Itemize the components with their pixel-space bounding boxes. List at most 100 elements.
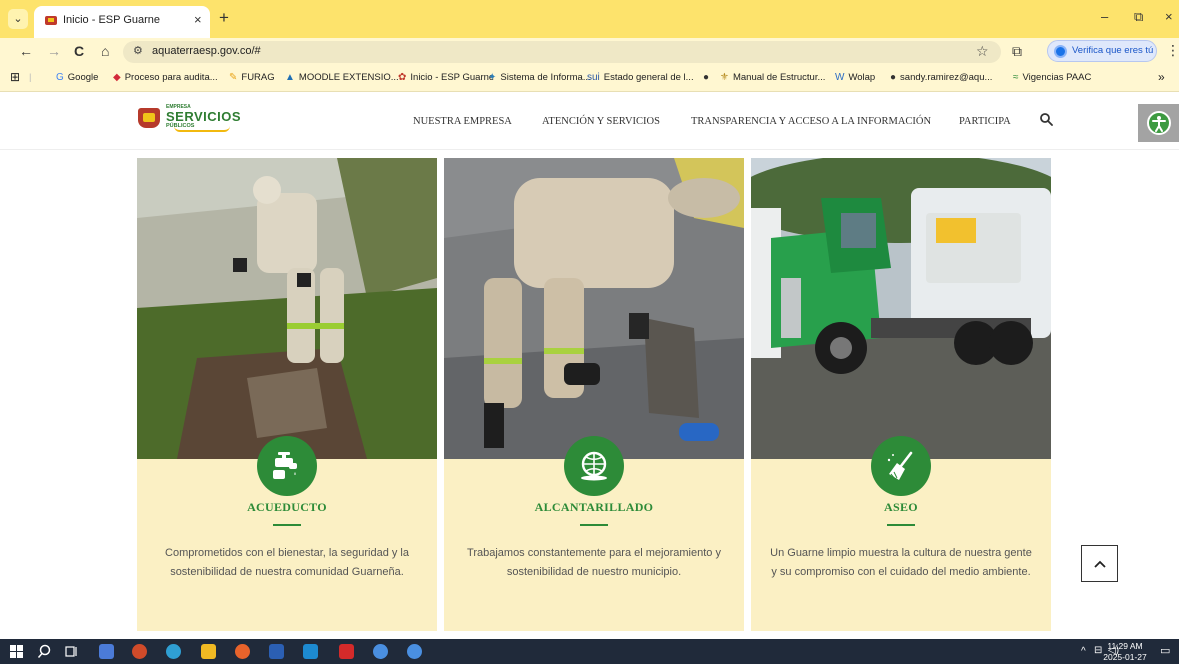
tab-title: Inicio - ESP Guarne: [63, 14, 161, 26]
broom-icon: [871, 436, 931, 496]
reload-button[interactable]: C: [74, 43, 84, 59]
bookmark-item[interactable]: W Wolap: [835, 72, 875, 83]
nav-nuestra-empresa[interactable]: NUESTRA EMPRESA: [413, 116, 512, 127]
alcantarillado-photo: [444, 158, 744, 459]
search-icon[interactable]: [37, 644, 52, 659]
url-text: aquaterraesp.gov.co/#: [152, 45, 261, 57]
card-description: Trabajamos constantemente para el mejora…: [467, 547, 721, 578]
bookmark-separator: |: [29, 72, 32, 83]
browser-tab-strip: ⌄ Inicio - ESP Guarne × + – ⧉ ×: [0, 0, 1179, 38]
sewer-globe-icon: [564, 436, 624, 496]
close-window-button[interactable]: ×: [1165, 9, 1173, 24]
bookmark-favicon-icon: ✦: [488, 72, 497, 83]
bookmark-label: Proceso para audita...: [124, 72, 218, 83]
bookmark-favicon-icon: ✎: [229, 72, 238, 83]
bookmark-item[interactable]: ●: [703, 72, 713, 83]
site-logo[interactable]: EMPRESA SERVICIOS PÚBLICOS: [138, 104, 242, 134]
edge-icon[interactable]: [166, 644, 181, 659]
site-header: EMPRESA SERVICIOS PÚBLICOS NUESTRA EMPRE…: [0, 92, 1179, 150]
windows-start-icon[interactable]: [9, 644, 24, 659]
bookmark-item[interactable]: ✿ Inicio - ESP Guarne: [398, 72, 494, 83]
aseo-photo: [751, 158, 1051, 459]
bookmark-item[interactable]: ✦ Sistema de Informa...: [488, 72, 591, 83]
forward-button[interactable]: →: [47, 43, 61, 59]
restore-button[interactable]: ⧉: [1134, 9, 1143, 25]
bookmark-favicon-icon: sui: [587, 72, 600, 83]
title-divider: [887, 524, 915, 526]
nav-transparencia[interactable]: TRANSPARENCIA Y ACCESO A LA INFORMACIÓN: [691, 116, 931, 127]
tab-search-button[interactable]: ⌄: [8, 9, 28, 29]
browser-menu-icon[interactable]: ⋮: [1166, 42, 1179, 59]
home-button[interactable]: ⌂: [101, 43, 109, 59]
extensions-icon[interactable]: ⧉: [1012, 43, 1022, 60]
site-info-icon[interactable]: ⚙: [133, 44, 143, 57]
powerpoint-icon[interactable]: [132, 644, 147, 659]
logo-swoosh: [174, 126, 230, 132]
verify-profile-button[interactable]: Verifica que eres tú: [1047, 40, 1157, 62]
service-card-acueducto[interactable]: ACUEDUCTO Comprometidos con el bienestar…: [137, 158, 437, 631]
task-view-icon[interactable]: [64, 644, 79, 659]
bookmark-label: Wolap: [848, 72, 876, 83]
bookmark-label: Inicio - ESP Guarne: [410, 72, 495, 83]
chevron-up-icon: [1094, 560, 1106, 568]
notifications-icon[interactable]: ▭: [1160, 644, 1170, 657]
service-card-aseo[interactable]: ASEO Un Guarne limpio muestra la cultura…: [751, 158, 1051, 631]
apps-grid-icon[interactable]: ⊞: [10, 70, 20, 84]
bookmark-item[interactable]: ✎ FURAG: [229, 72, 275, 83]
bookmark-label: MOODLE EXTENSIO...: [298, 72, 399, 83]
bookmark-label: sandy.ramirez@aqu...: [900, 72, 993, 83]
bookmarks-bar: ⊞ | » G Google ◆ Proceso para audita... ✎ FUR…: [0, 66, 1179, 92]
verify-label: Verifica que eres tú: [1072, 45, 1154, 56]
nav-atencion-servicios[interactable]: ATENCIÓN Y SERVICIOS: [542, 116, 660, 127]
browser-tab-active[interactable]: Inicio - ESP Guarne ×: [34, 6, 210, 38]
bookmark-item[interactable]: sui Estado general de l...: [587, 72, 694, 83]
card-title: ALCANTARILLADO: [534, 500, 654, 514]
outlook-icon[interactable]: [303, 644, 318, 659]
bookmark-item[interactable]: G Google: [56, 72, 98, 83]
bookmark-item[interactable]: ● sandy.ramirez@aqu...: [890, 72, 992, 83]
search-icon[interactable]: [1039, 112, 1053, 126]
profile-avatar-icon: [1054, 45, 1067, 58]
bookmark-favicon-icon: ●: [890, 72, 897, 83]
card-description: Un Guarne limpio muestra la cultura de n…: [770, 547, 1032, 578]
faucet-icon: [257, 436, 317, 496]
windows-taskbar: ^ ⊟ ◁) 11:29 AM 2025-01-27 ▭: [0, 639, 1179, 664]
new-tab-button[interactable]: +: [219, 8, 229, 28]
tab-close-icon[interactable]: ×: [194, 12, 202, 27]
url-input[interactable]: ⚙ aquaterraesp.gov.co/# ☆: [123, 41, 1001, 63]
bookmark-favicon-icon: ✿: [398, 72, 407, 83]
address-bar-row: ← → C ⌂ ⚙ aquaterraesp.gov.co/# ☆: [0, 38, 1179, 66]
bookmark-label: FURAG: [241, 72, 275, 83]
minimize-button[interactable]: –: [1101, 9, 1108, 24]
bookmark-favicon-icon: ≈: [1013, 72, 1019, 83]
bookmarks-overflow-icon[interactable]: »: [1158, 70, 1165, 84]
accessibility-button[interactable]: [1138, 104, 1179, 142]
word-icon[interactable]: [269, 644, 284, 659]
chrome-icon[interactable]: [235, 644, 250, 659]
card-title: ASEO: [884, 500, 918, 514]
bookmark-favicon-icon: ▲: [285, 72, 295, 83]
service-card-alcantarillado[interactable]: ALCANTARILLADO Trabajamos constantemente…: [444, 158, 744, 631]
chrome-profile-icon[interactable]: [373, 644, 388, 659]
logo-main-text: SERVICIOS: [166, 109, 242, 124]
bookmark-star-icon[interactable]: ☆: [976, 43, 989, 60]
scroll-to-top-button[interactable]: [1081, 545, 1118, 582]
chrome-profile-2-icon[interactable]: [407, 644, 422, 659]
bookmark-label: Vigencias PAAC: [1022, 72, 1092, 83]
bookmark-item[interactable]: ◆ Proceso para audita...: [113, 72, 218, 83]
clock-date[interactable]: 2025-01-27: [1102, 652, 1148, 662]
tray-chevron-icon[interactable]: ^: [1081, 646, 1086, 657]
app-icon[interactable]: [99, 644, 114, 659]
bookmark-favicon-icon: ●: [703, 72, 710, 83]
bookmark-item[interactable]: ≈ Vigencias PAAC: [1013, 72, 1091, 83]
bookmark-favicon-icon: G: [56, 72, 64, 83]
nav-participa[interactable]: PARTICIPA: [959, 116, 1011, 127]
bookmark-label: Estado general de l...: [603, 72, 694, 83]
file-explorer-icon[interactable]: [201, 644, 216, 659]
clock-time[interactable]: 11:29 AM: [1105, 641, 1145, 651]
bookmark-item[interactable]: ▲ MOODLE EXTENSIO...: [285, 72, 399, 83]
back-button[interactable]: ←: [19, 43, 33, 59]
acrobat-icon[interactable]: [339, 644, 354, 659]
bookmark-item[interactable]: ⚜ Manual de Estructur...: [720, 72, 825, 83]
site-favicon-icon: [45, 16, 57, 25]
